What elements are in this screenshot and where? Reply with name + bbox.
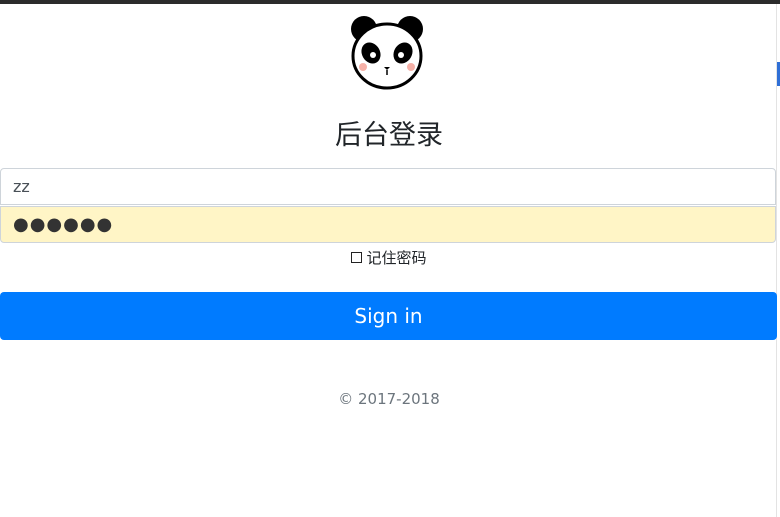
copyright-text: © 2017-2018 bbox=[338, 390, 440, 408]
password-input[interactable] bbox=[0, 206, 776, 243]
username-input[interactable] bbox=[0, 168, 776, 205]
sign-in-button[interactable]: Sign in bbox=[0, 292, 777, 340]
window-top-bar bbox=[0, 0, 780, 4]
remember-label: 记住密码 bbox=[366, 248, 427, 267]
remember-password-row[interactable]: 记住密码 bbox=[0, 246, 778, 268]
panda-logo-icon bbox=[351, 16, 423, 90]
remember-checkbox[interactable] bbox=[351, 251, 363, 263]
page-title: 后台登录 bbox=[335, 120, 443, 151]
